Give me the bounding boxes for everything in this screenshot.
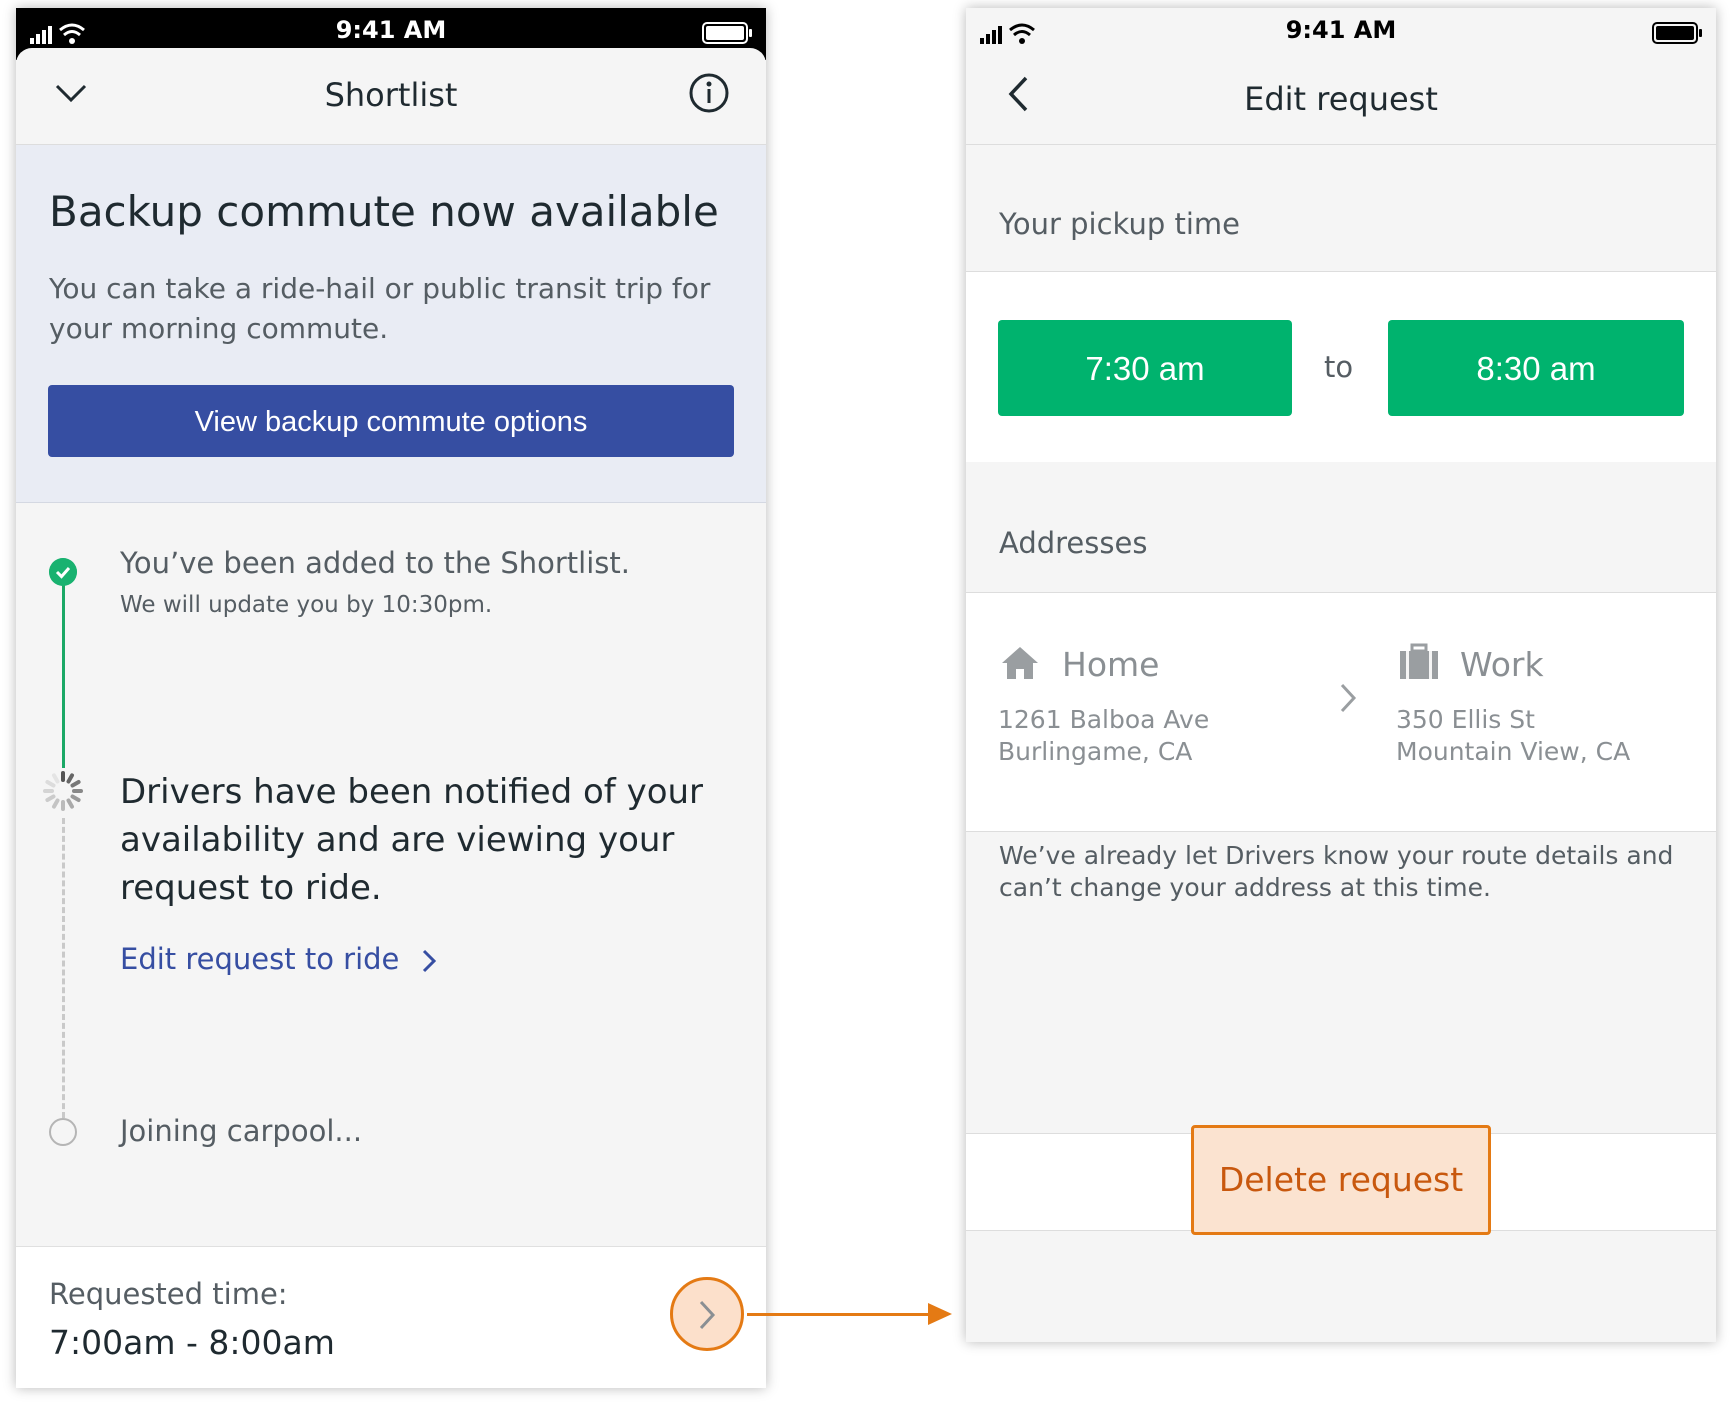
check-icon — [49, 558, 77, 586]
destination-line2: Mountain View, CA — [1396, 737, 1631, 766]
origin-line2: Burlingame, CA — [998, 737, 1193, 766]
delete-request-button[interactable]: Delete request — [1191, 1125, 1491, 1235]
shortlist-screen: 9:41 AM Shortlist Backup commute now ava… — [16, 8, 766, 1388]
requested-time-footer[interactable]: Requested time: 7:00am - 8:00am — [16, 1246, 766, 1388]
end-time-button[interactable]: 8:30 am — [1388, 320, 1684, 416]
start-time-button[interactable]: 7:30 am — [998, 320, 1292, 416]
spinner-icon — [43, 771, 83, 811]
chevron-right-icon — [699, 1300, 716, 1330]
chevron-right-icon — [422, 949, 436, 973]
addresses-section-label: Addresses — [999, 526, 1148, 560]
destination-label: Work — [1460, 645, 1544, 684]
timeline-pending-line — [62, 818, 65, 1118]
chevron-right-icon — [1340, 683, 1357, 713]
banner-text: You can take a ride-hail or public trans… — [49, 272, 711, 345]
requested-time-label: Requested time: — [49, 1277, 288, 1311]
backup-commute-banner: Backup commute now available You can tak… — [16, 145, 766, 503]
step-joining-title: Joining carpool... — [120, 1114, 363, 1148]
pickup-section-header: Your pickup time — [966, 145, 1716, 271]
nav-bar: Edit request — [966, 60, 1716, 145]
step-notified-title: Drivers have been notified of your avail… — [120, 772, 704, 908]
edit-request-link-label: Edit request to ride — [120, 942, 400, 976]
briefcase-icon — [1400, 643, 1438, 679]
status-bar: 9:41 AM — [966, 8, 1716, 60]
status-time: 9:41 AM — [335, 16, 447, 44]
page-title: Shortlist — [324, 76, 458, 114]
time-separator: to — [1324, 350, 1354, 384]
destination-line1: 350 Ellis St — [1396, 705, 1535, 734]
step-added-title: You’ve been added to the Shortlist. — [120, 546, 630, 580]
info-icon[interactable] — [688, 72, 730, 114]
edit-request-link[interactable]: Edit request to ride — [120, 942, 437, 976]
origin-line1: 1261 Balboa Ave — [998, 705, 1210, 734]
flow-arrow-head — [928, 1303, 952, 1325]
pickup-section-label: Your pickup time — [999, 207, 1240, 241]
page-title: Edit request — [1244, 80, 1438, 118]
flow-arrow-line — [747, 1313, 929, 1316]
pending-step-icon — [49, 1118, 77, 1146]
addresses-panel: Home 1261 Balboa Ave Burlingame, CA Work… — [966, 592, 1716, 832]
timeline-progress-line — [62, 578, 65, 768]
view-backup-options-button[interactable]: View backup commute options — [48, 385, 734, 457]
status-time: 9:41 AM — [1285, 16, 1397, 44]
highlight-circle[interactable] — [670, 1277, 744, 1351]
step-added-subtitle: We will update you by 10:30pm. — [120, 592, 493, 618]
requested-time-value: 7:00am - 8:00am — [49, 1323, 335, 1362]
battery-icon — [1652, 22, 1702, 44]
battery-icon — [702, 22, 752, 44]
addresses-section-header: Addresses — [966, 462, 1716, 592]
address-note: We’ve already let Drivers know your rout… — [999, 841, 1674, 902]
nav-bar: Shortlist — [16, 48, 766, 145]
home-icon — [1002, 647, 1038, 679]
origin-label: Home — [1062, 645, 1160, 684]
banner-title: Backup commute now available — [49, 187, 719, 236]
pickup-time-panel: 7:30 am to 8:30 am — [966, 271, 1716, 463]
